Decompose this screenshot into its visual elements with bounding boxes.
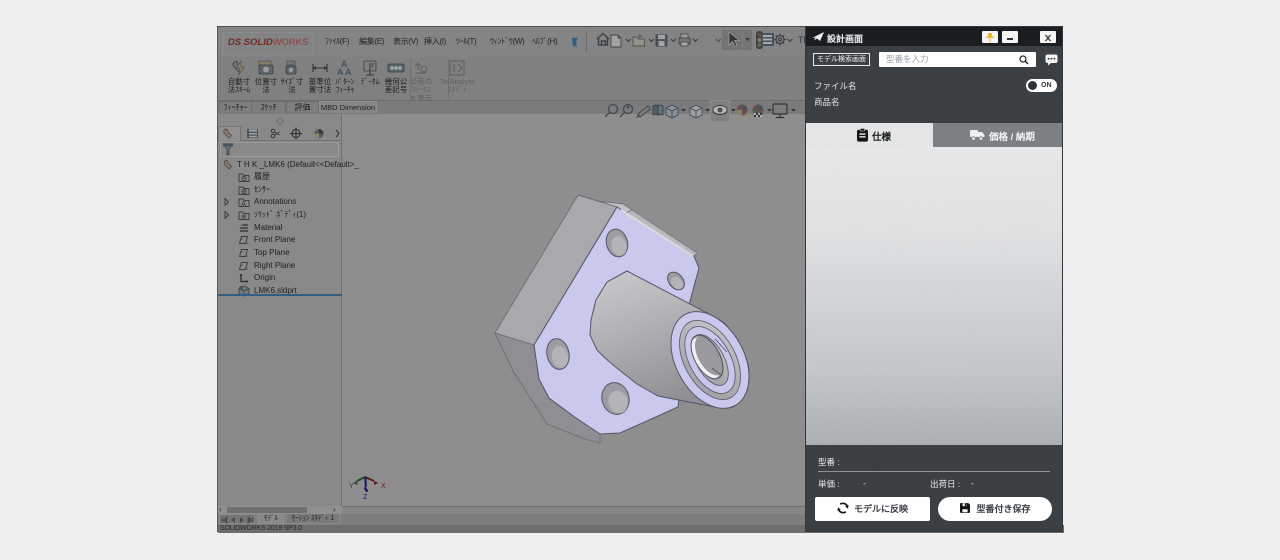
svg-text:X: X [381, 483, 386, 490]
svg-text:A: A [337, 67, 344, 77]
svg-text:Y: Y [349, 483, 354, 490]
svg-text:Z: Z [363, 494, 368, 501]
svg-text:A: A [241, 201, 246, 208]
svg-text:A: A [345, 67, 352, 77]
